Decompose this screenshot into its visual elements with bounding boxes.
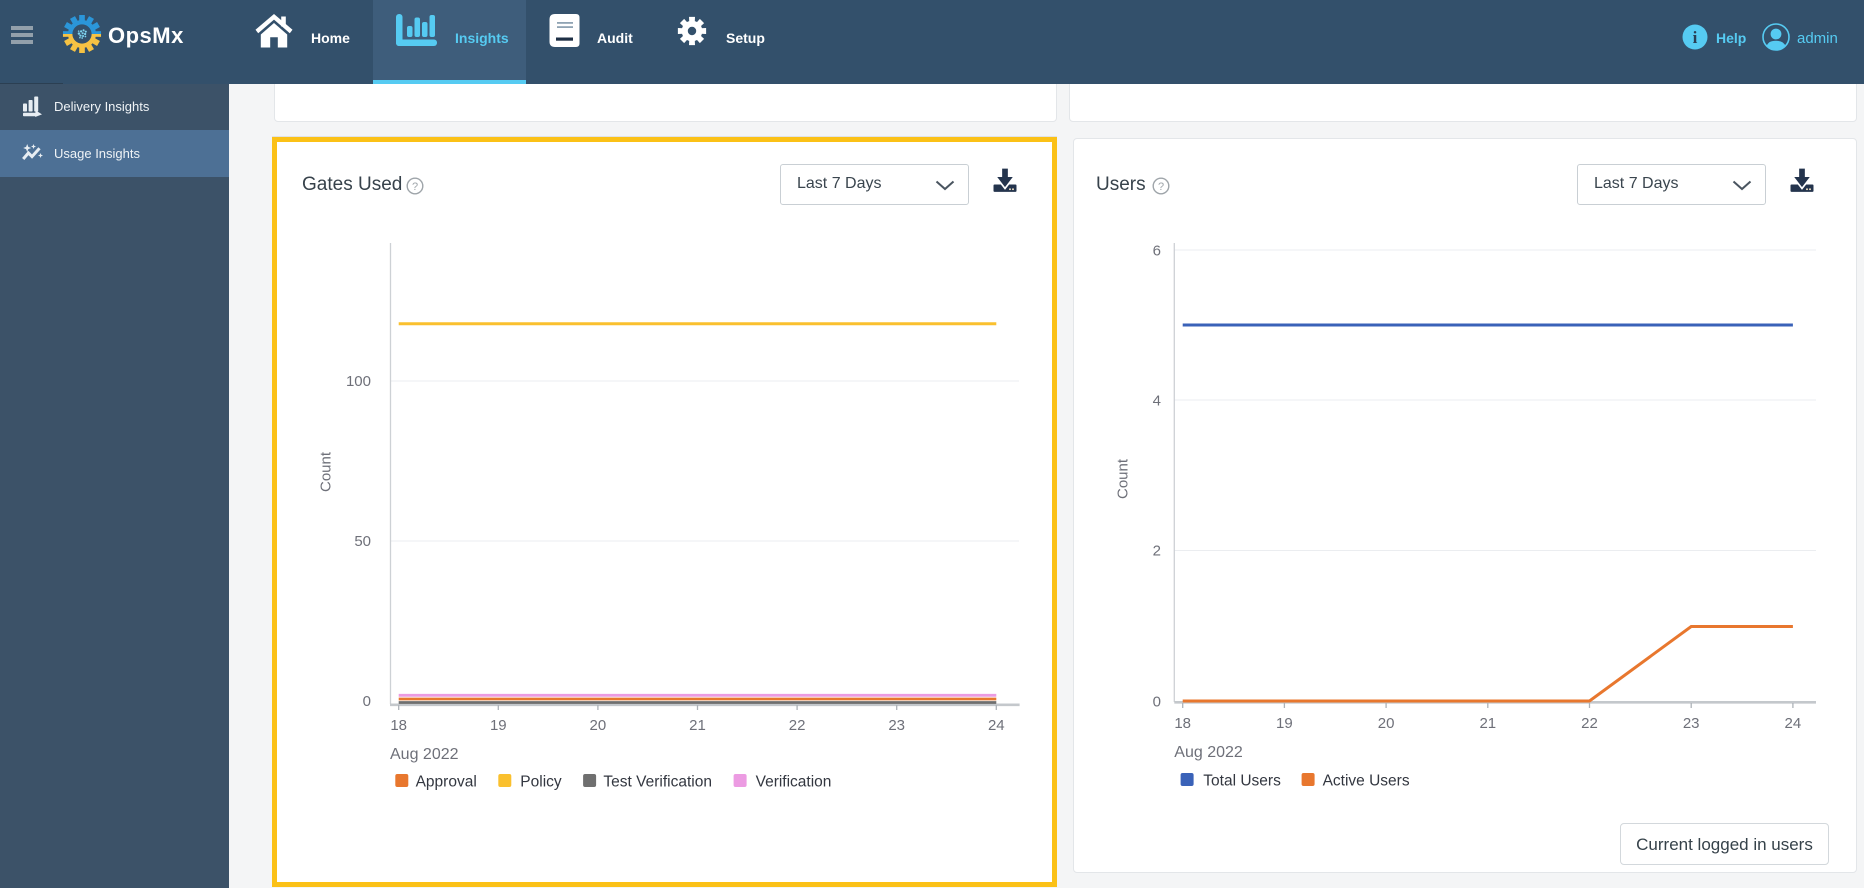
svg-text:21: 21 bbox=[689, 717, 706, 734]
svg-text:20: 20 bbox=[1378, 715, 1395, 732]
svg-text:Policy: Policy bbox=[520, 774, 562, 791]
svg-text:20: 20 bbox=[590, 717, 607, 734]
svg-text:24: 24 bbox=[1785, 715, 1802, 732]
svg-text:Count: Count bbox=[1115, 458, 1132, 499]
svg-text:21: 21 bbox=[1479, 715, 1496, 732]
svg-text:22: 22 bbox=[1581, 715, 1598, 732]
svg-text:0: 0 bbox=[1153, 694, 1161, 711]
svg-text:Approval: Approval bbox=[416, 774, 477, 791]
svg-text:Aug 2022: Aug 2022 bbox=[390, 746, 459, 763]
svg-text:Verification: Verification bbox=[756, 774, 832, 791]
svg-text:Total Users: Total Users bbox=[1203, 773, 1281, 790]
svg-text:Aug 2022: Aug 2022 bbox=[1174, 744, 1243, 761]
svg-text:Active Users: Active Users bbox=[1323, 773, 1410, 790]
svg-text:24: 24 bbox=[988, 717, 1005, 734]
svg-text:i: i bbox=[1693, 28, 1698, 47]
svg-text:22: 22 bbox=[789, 717, 806, 734]
svg-text:100: 100 bbox=[346, 373, 371, 390]
svg-text:2: 2 bbox=[1153, 543, 1161, 560]
svg-text:Test Verification: Test Verification bbox=[603, 774, 712, 791]
svg-text:50: 50 bbox=[354, 533, 371, 550]
svg-text:23: 23 bbox=[1683, 715, 1700, 732]
svg-text:6: 6 bbox=[1153, 243, 1161, 260]
svg-text:18: 18 bbox=[390, 717, 407, 734]
svg-text:23: 23 bbox=[888, 717, 905, 734]
svg-text:18: 18 bbox=[1174, 715, 1191, 732]
svg-text:19: 19 bbox=[1276, 715, 1293, 732]
svg-text:19: 19 bbox=[490, 717, 507, 734]
svg-text:Count: Count bbox=[318, 451, 335, 492]
svg-text:4: 4 bbox=[1153, 393, 1161, 410]
svg-text:0: 0 bbox=[363, 693, 371, 710]
